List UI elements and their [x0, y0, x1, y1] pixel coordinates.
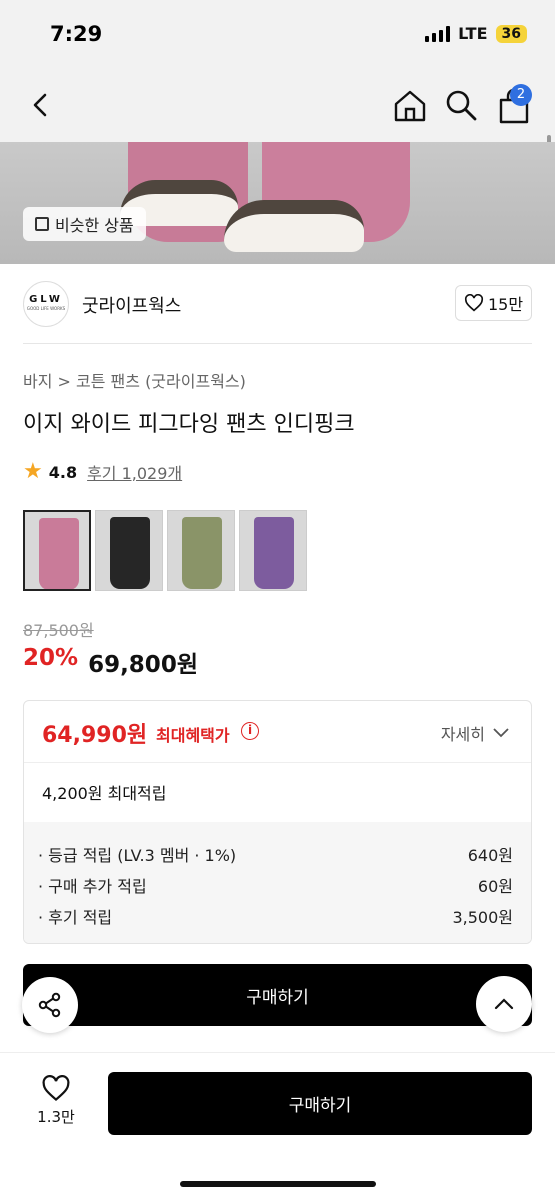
- swatch-pant: [182, 517, 222, 589]
- divider: [23, 343, 532, 344]
- original-price: 87,500원: [23, 621, 94, 640]
- swatch-pant: [39, 518, 79, 589]
- color-options: [23, 510, 307, 591]
- scroll-top-button[interactable]: [476, 976, 532, 1032]
- points-breakdown: · 등급 적립 (LV.3 멤버 · 1%) 640원 · 구매 추가 적립 6…: [24, 822, 531, 943]
- chevron-down-icon: [493, 728, 509, 738]
- details-label: 자세히: [440, 725, 485, 744]
- best-price-label: 최대혜택가: [156, 726, 230, 745]
- discount-rate: 20%: [23, 645, 79, 671]
- points-row: · 구매 추가 적립 60원: [38, 873, 513, 904]
- home-icon[interactable]: [392, 88, 428, 124]
- star-icon: ★: [23, 459, 43, 484]
- bottom-action-bar: 1.3만 구매하기: [0, 1052, 555, 1200]
- review-link[interactable]: 후기 1,029개: [87, 460, 182, 484]
- details-toggle[interactable]: 자세히: [441, 721, 509, 745]
- info-icon[interactable]: i: [241, 722, 259, 740]
- search-icon[interactable]: [444, 88, 478, 122]
- wishlist-button[interactable]: 1.3만: [28, 1075, 84, 1127]
- brand-logo-text: GLW: [29, 294, 63, 305]
- points-label: · 후기 적립: [38, 908, 113, 927]
- heart-icon: [464, 294, 483, 312]
- color-swatch-purple[interactable]: [239, 510, 307, 591]
- brand-like-button[interactable]: 15만: [455, 285, 532, 321]
- points-label: · 구매 추가 적립: [38, 877, 147, 896]
- brand-row: GLW GOOD LIFE WORKS 굿라이프웍스 15만: [0, 264, 555, 344]
- status-bar: 7:29 LTE 36: [0, 0, 555, 70]
- chevron-up-icon: [494, 998, 514, 1010]
- similar-icon: [35, 217, 49, 231]
- swatch-pant: [110, 517, 150, 589]
- breadcrumb[interactable]: 바지 > 코튼 팬츠 (굿라이프웍스): [23, 368, 246, 392]
- battery-icon: 36: [495, 24, 527, 43]
- similar-label: 비슷한 상품: [55, 216, 134, 235]
- points-label: · 등급 적립 (LV.3 멤버 · 1%): [38, 846, 237, 865]
- status-time: 7:29: [50, 22, 103, 46]
- back-arrow-icon[interactable]: [26, 90, 56, 120]
- points-row: · 후기 적립 3,500원: [38, 904, 513, 935]
- color-swatch-khaki[interactable]: [167, 510, 235, 591]
- signal-icon: [425, 25, 451, 42]
- product-image[interactable]: [0, 142, 555, 264]
- share-button[interactable]: [22, 977, 78, 1033]
- buy-button[interactable]: 구매하기: [23, 964, 532, 1026]
- divider: [24, 762, 531, 763]
- network-label: LTE: [458, 24, 488, 43]
- swatch-pant: [254, 517, 294, 589]
- buy-button-bottom[interactable]: 구매하기: [108, 1072, 532, 1135]
- heart-icon: [42, 1075, 70, 1102]
- rating-value: 4.8: [48, 462, 78, 482]
- max-points: 4,200원 최대적립: [42, 784, 167, 803]
- points-value: 3,500원: [452, 908, 513, 927]
- sneaker-right: [224, 200, 364, 252]
- sale-price: 69,800원: [88, 652, 198, 678]
- cart-count-badge: 2: [510, 84, 532, 106]
- status-indicators: LTE 36: [425, 24, 527, 43]
- sale-price-row: 20% 69,800원: [23, 645, 198, 679]
- brand-logo[interactable]: GLW GOOD LIFE WORKS: [23, 281, 69, 327]
- wishlist-count: 1.3만: [37, 1108, 75, 1126]
- share-icon: [38, 992, 61, 1018]
- points-value: 60원: [477, 877, 513, 896]
- best-price-row: 64,990원 최대혜택가 i 자세히: [24, 701, 531, 763]
- rating-row: ★ 4.8 후기 1,029개: [23, 460, 182, 484]
- brand-like-count: 15만: [487, 295, 524, 314]
- color-swatch-pink[interactable]: [23, 510, 91, 591]
- brand-logo-sub: GOOD LIFE WORKS: [26, 306, 66, 311]
- points-row: · 등급 적립 (LV.3 멤버 · 1%) 640원: [38, 842, 513, 873]
- similar-products-button[interactable]: 비슷한 상품: [23, 207, 146, 241]
- best-price: 64,990원: [42, 723, 148, 748]
- product-title: 이지 와이드 피그다잉 팬츠 인디핑크: [23, 412, 355, 437]
- benefit-card: 64,990원 최대혜택가 i 자세히 4,200원 최대적립 · 등급 적립 …: [23, 700, 532, 944]
- color-swatch-black[interactable]: [95, 510, 163, 591]
- brand-name[interactable]: 굿라이프웍스: [82, 292, 181, 318]
- top-nav: [0, 70, 555, 142]
- home-indicator: [180, 1181, 376, 1187]
- points-value: 640원: [467, 846, 513, 865]
